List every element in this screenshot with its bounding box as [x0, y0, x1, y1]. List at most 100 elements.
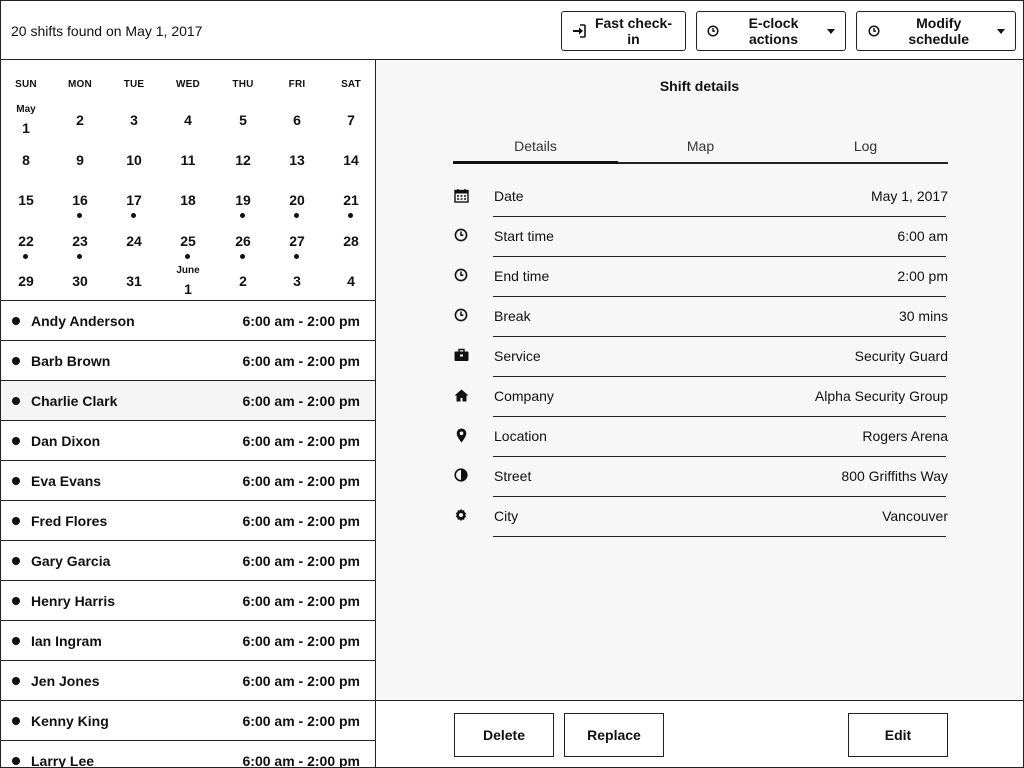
calendar-day[interactable]: 25: [168, 221, 208, 261]
panel-title: Shift details: [659, 78, 740, 94]
day-number: 31: [126, 273, 142, 289]
shift-list-item[interactable]: Gary Garcia 6:00 am - 2:00 pm: [1, 541, 375, 581]
calendar-day[interactable]: 4: [168, 100, 208, 140]
briefcase-icon: [453, 347, 469, 363]
shift-time: 6:00 am - 2:00 pm: [242, 592, 361, 609]
calendar-day[interactable]: 22: [6, 221, 46, 261]
calendar-day[interactable]: 3: [277, 261, 317, 301]
day-number: 25: [180, 233, 196, 249]
clock-icon: [453, 227, 469, 243]
calendar-day[interactable]: 10: [114, 140, 154, 180]
calendar-day[interactable]: 31: [114, 261, 154, 301]
calendar-day[interactable]: June 1: [168, 261, 208, 301]
day-number: 13: [289, 152, 305, 168]
detail-row-service: Service Security Guard: [453, 337, 948, 377]
detail-label: Company: [494, 388, 554, 404]
tab-log[interactable]: Log: [783, 138, 948, 162]
calendar-week: May 1 2 3 4 5 6 7: [1, 100, 375, 140]
tab-details[interactable]: Details: [453, 138, 618, 164]
shift-list-item[interactable]: Kenny King 6:00 am - 2:00 pm: [1, 701, 375, 741]
calendar-day[interactable]: 4: [331, 261, 371, 301]
weekday-label: MON: [68, 79, 92, 90]
shift-list-item[interactable]: Fred Flores 6:00 am - 2:00 pm: [1, 501, 375, 541]
bullet-icon: [12, 716, 20, 725]
employee-name: Fred Flores: [31, 512, 108, 529]
calendar-day[interactable]: 23: [60, 221, 100, 261]
calendar-day[interactable]: 20: [277, 180, 317, 220]
calendar-day[interactable]: May 1: [6, 100, 46, 140]
weekday-label: SUN: [15, 79, 37, 90]
day-number: 23: [72, 233, 88, 249]
shift-indicator-dot: [240, 213, 245, 218]
calendar-day[interactable]: 9: [60, 140, 100, 180]
calendar-week: 22 23 24 25 26 27 28: [1, 221, 375, 261]
shift-indicator-dot: [240, 254, 245, 259]
calendar-day[interactable]: 24: [114, 221, 154, 261]
shift-time: 6:00 am - 2:00 pm: [242, 632, 361, 649]
employee-name: Henry Harris: [31, 592, 116, 609]
detail-row-date: Date May 1, 2017: [453, 177, 948, 217]
calendar-day[interactable]: 6: [277, 100, 317, 140]
calendar-day[interactable]: 27: [277, 221, 317, 261]
shift-list-item[interactable]: Jen Jones 6:00 am - 2:00 pm: [1, 661, 375, 701]
adjust-icon: [453, 467, 469, 483]
detail-row-company: Company Alpha Security Group: [453, 377, 948, 417]
calendar-day[interactable]: 17: [114, 180, 154, 220]
detail-label: Street: [494, 468, 532, 484]
shift-list-item[interactable]: Eva Evans 6:00 am - 2:00 pm: [1, 461, 375, 501]
shift-list-item[interactable]: Charlie Clark 6:00 am - 2:00 pm: [1, 381, 375, 421]
bullet-icon: [12, 556, 20, 565]
shift-list-item[interactable]: Barb Brown 6:00 am - 2:00 pm: [1, 341, 375, 381]
calendar-day[interactable]: 7: [331, 100, 371, 140]
fast-checkin-label: Fast check-in: [594, 15, 673, 47]
calendar-day[interactable]: 18: [168, 180, 208, 220]
replace-button[interactable]: Replace: [564, 713, 664, 757]
page-title: 20 shifts found on May 1, 2017: [11, 23, 203, 39]
detail-value: 2:00 pm: [897, 268, 948, 284]
calendar-day[interactable]: 2: [60, 100, 100, 140]
day-number: 3: [130, 112, 138, 128]
modify-schedule-dropdown[interactable]: Modify schedule: [856, 11, 1016, 51]
tab-map[interactable]: Map: [618, 138, 783, 162]
calendar-day[interactable]: 16: [60, 180, 100, 220]
shift-list-item[interactable]: Andy Anderson 6:00 am - 2:00 pm: [1, 301, 375, 341]
modify-schedule-label: Modify schedule: [908, 15, 970, 47]
fast-checkin-button[interactable]: Fast check-in: [561, 11, 686, 51]
shift-list-item[interactable]: Dan Dixon 6:00 am - 2:00 pm: [1, 421, 375, 461]
day-number: 24: [126, 233, 142, 249]
calendar-day[interactable]: 11: [168, 140, 208, 180]
eclock-actions-dropdown[interactable]: E-clock actions: [696, 11, 846, 51]
calendar-day[interactable]: 12: [223, 140, 263, 180]
shift-time: 6:00 am - 2:00 pm: [242, 472, 361, 489]
detail-row-start-time: Start time 6:00 am: [453, 217, 948, 257]
shift-time: 6:00 am - 2:00 pm: [242, 312, 361, 329]
calendar-day[interactable]: 19: [223, 180, 263, 220]
calendar-day[interactable]: 13: [277, 140, 317, 180]
day-number: 29: [18, 273, 34, 289]
shift-indicator-dot: [294, 254, 299, 259]
employee-name: Kenny King: [31, 712, 109, 729]
calendar-day[interactable]: 3: [114, 100, 154, 140]
calendar-day[interactable]: 15: [6, 180, 46, 220]
shift-indicator-dot: [294, 213, 299, 218]
shift-list-item[interactable]: Ian Ingram 6:00 am - 2:00 pm: [1, 621, 375, 661]
delete-button[interactable]: Delete: [454, 713, 554, 757]
employee-name: Charlie Clark: [31, 392, 118, 409]
calendar-day[interactable]: 26: [223, 221, 263, 261]
calendar-day[interactable]: 30: [60, 261, 100, 301]
shift-list-item[interactable]: Larry Lee 6:00 am - 2:00 pm: [1, 741, 375, 767]
detail-label: End time: [494, 268, 550, 284]
shift-list-item[interactable]: Henry Harris 6:00 am - 2:00 pm: [1, 581, 375, 621]
edit-button[interactable]: Edit: [848, 713, 948, 757]
day-number: 16: [72, 192, 88, 208]
calendar-day[interactable]: 5: [223, 100, 263, 140]
calendar-day[interactable]: 2: [223, 261, 263, 301]
calendar-day[interactable]: 28: [331, 221, 371, 261]
calendar-day[interactable]: 29: [6, 261, 46, 301]
detail-label: Date: [494, 188, 524, 204]
shift-time: 6:00 am - 2:00 pm: [242, 712, 361, 729]
calendar-day[interactable]: 14: [331, 140, 371, 180]
calendar-day[interactable]: 21: [331, 180, 371, 220]
details-tabs: Details Map Log: [453, 138, 948, 164]
calendar-day[interactable]: 8: [6, 140, 46, 180]
